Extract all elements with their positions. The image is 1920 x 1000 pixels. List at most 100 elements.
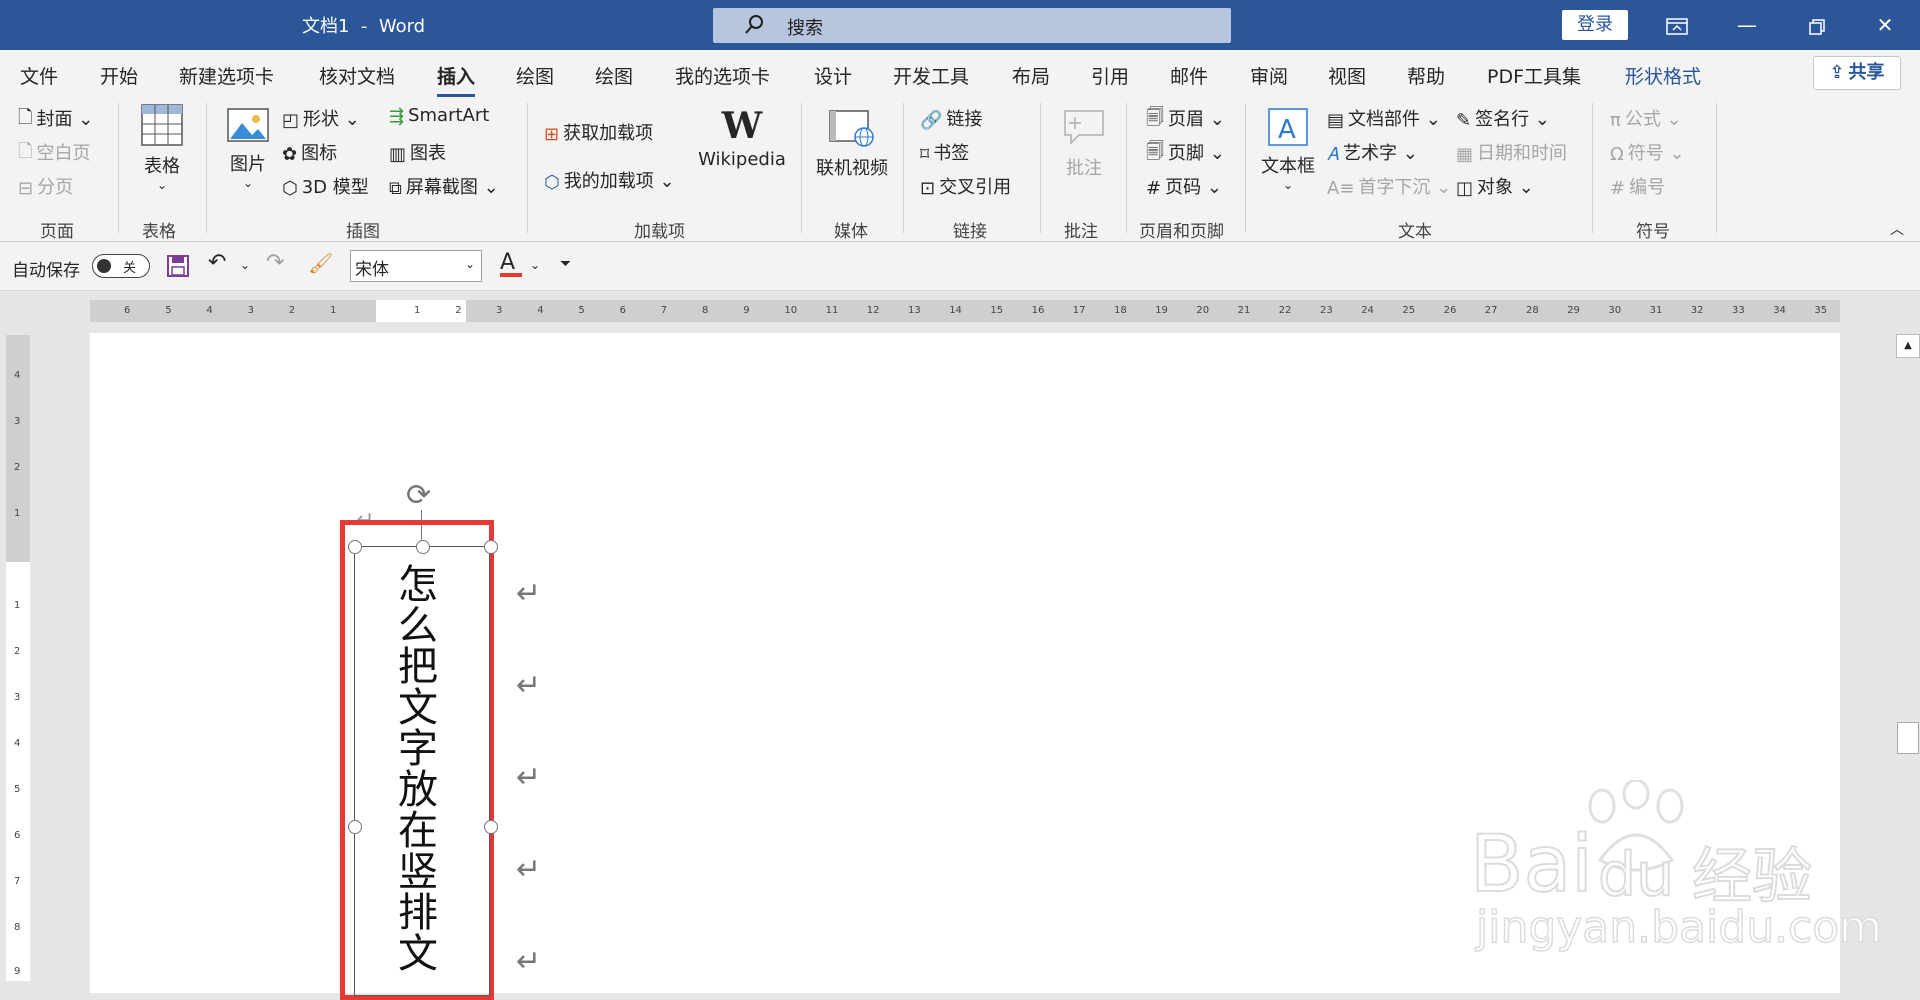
shapes-button[interactable]: ◰ 形状 ⌄ (282, 105, 360, 131)
wikipedia-button[interactable]: W Wikipedia (696, 105, 788, 170)
icons-button[interactable]: ✿ 图标 (282, 139, 337, 165)
customize-toolbar-icon[interactable]: ⏷ (560, 256, 571, 272)
footer-label: 页脚 (1167, 143, 1204, 164)
minimize-icon[interactable]: — (1712, 0, 1782, 50)
ruler-number: 22 (1278, 305, 1292, 316)
ruler-number: 2 (288, 305, 296, 316)
ruler-number: 28 (1526, 305, 1539, 316)
font-name-select[interactable]: 宋体 ⌄ (350, 250, 482, 282)
quick-parts-button[interactable]: ▤ 文档部件 ⌄ (1327, 105, 1441, 131)
toggle-state: 关 (123, 261, 137, 276)
tab-insert[interactable]: 插入 (437, 62, 476, 97)
autosave-toggle[interactable]: 关 (92, 254, 150, 278)
tab-mailings[interactable]: 邮件 (1170, 62, 1208, 89)
restore-icon[interactable] (1782, 0, 1852, 50)
pictures-button[interactable]: 图片 ⌄ (222, 107, 274, 190)
cross-reference-button[interactable]: ⊡ 交叉引用 (920, 173, 1011, 199)
date-time-button[interactable]: ▦ 日期和时间 (1456, 139, 1567, 165)
paragraph-mark-icon: ↵ (516, 760, 542, 795)
video-icon (829, 110, 874, 147)
tab-help[interactable]: 帮助 (1407, 62, 1445, 89)
tab-design[interactable]: 设计 (814, 62, 852, 89)
ruler-number: 32 (1690, 305, 1704, 316)
online-video-button[interactable]: 联机视频 (812, 109, 892, 180)
ruler-number: 18 (1114, 305, 1127, 316)
tab-new[interactable]: 新建选项卡 (179, 62, 274, 89)
save-icon[interactable] (166, 254, 190, 282)
tab-home[interactable]: 开始 (100, 62, 138, 89)
tab-my-tab[interactable]: 我的选项卡 (675, 62, 770, 89)
smartart-button[interactable]: ⇶ SmartArt (389, 105, 489, 127)
font-color-button[interactable]: A (500, 250, 522, 277)
wikipedia-label: Wikipedia (698, 149, 786, 170)
page-number-button[interactable]: # 页码 ⌄ (1146, 173, 1222, 199)
text-box-icon: A (1268, 108, 1308, 146)
login-button[interactable]: 登录 (1562, 10, 1628, 40)
tab-review[interactable]: 审阅 (1250, 62, 1288, 89)
smartart-icon: ⇶ (389, 105, 405, 127)
undo-icon[interactable]: ↶ (208, 250, 226, 275)
search-box[interactable]: 搜索 (713, 8, 1231, 43)
get-addins-button[interactable]: ⊞ 获取加载项 (544, 119, 653, 145)
tab-proofread[interactable]: 核对文档 (319, 62, 395, 89)
ruler-number: 24 (1361, 305, 1374, 316)
tab-shape-format[interactable]: 形状格式 (1625, 62, 1701, 89)
drop-cap-button[interactable]: A≡ 首字下沉 ⌄ (1327, 173, 1451, 199)
table-button[interactable]: 表格 ⌄ (134, 103, 190, 192)
watermark-url: jingyan.baidu.com (1475, 901, 1883, 954)
screenshot-button[interactable]: ⧉ 屏幕截图 ⌄ (389, 173, 499, 199)
chart-button[interactable]: ▥ 图表 (389, 139, 446, 165)
cover-page-button[interactable]: 🗋 封面 ⌄ (18, 105, 93, 135)
number-button[interactable]: # 编号 (1610, 173, 1665, 199)
undo-dropdown-icon[interactable]: ⌄ (240, 258, 250, 272)
link-button[interactable]: 🔗 链接 (920, 105, 982, 131)
equation-label: 公式 (1624, 109, 1661, 130)
page-break-button[interactable]: ⊟ 分页 (18, 173, 73, 199)
footer-button[interactable]: 🗐 页脚 ⌄ (1146, 139, 1225, 169)
equation-button[interactable]: π 公式 ⌄ (1610, 105, 1682, 131)
tab-layout[interactable]: 布局 (1012, 62, 1050, 89)
resize-handle-top-right[interactable] (484, 540, 498, 554)
tab-developer[interactable]: 开发工具 (893, 62, 969, 89)
search-placeholder: 搜索 (787, 18, 823, 39)
omega-icon: Ω (1610, 143, 1624, 165)
tab-file[interactable]: 文件 (20, 62, 58, 89)
header-button[interactable]: 🗐 页眉 ⌄ (1146, 105, 1225, 135)
tab-draw-2[interactable]: 绘图 (595, 62, 633, 89)
paragraph-mark-icon: ↵ (516, 668, 542, 703)
resize-handle-right[interactable] (484, 820, 498, 834)
blank-page-button[interactable]: 🗋 空白页 (18, 139, 90, 169)
ribbon-display-icon[interactable] (1642, 0, 1712, 50)
symbol-button[interactable]: Ω 符号 ⌄ (1610, 139, 1685, 165)
close-icon[interactable]: ✕ (1850, 0, 1920, 50)
header-label: 页眉 (1167, 109, 1204, 130)
bookmark-button[interactable]: ⌑ 书签 (920, 139, 969, 165)
scrollbar-thumb[interactable] (1897, 722, 1919, 754)
tab-references[interactable]: 引用 (1091, 62, 1129, 89)
ruler-number: 26 (1443, 305, 1457, 316)
scroll-up-icon[interactable]: ▲ (1896, 334, 1920, 358)
wordart-button[interactable]: 𝐴 艺术字 ⌄ (1327, 139, 1418, 165)
collapse-ribbon-icon[interactable]: ︿ (1890, 219, 1904, 239)
share-button[interactable]: ⇪ 共享 (1813, 56, 1901, 90)
format-painter-icon[interactable]: 🖌 (308, 251, 333, 275)
resize-handle-top-left[interactable] (348, 540, 362, 554)
tab-pdf-tools[interactable]: PDF工具集 (1487, 62, 1581, 89)
my-addins-button[interactable]: ⬡ 我的加载项 ⌄ (544, 167, 675, 193)
signature-line-button[interactable]: ✎ 签名行 ⌄ (1456, 105, 1550, 131)
text-box-button[interactable]: A 文本框 ⌄ (1258, 107, 1318, 192)
rotate-handle-icon[interactable]: ⟳ (406, 478, 431, 513)
font-color-dropdown-icon[interactable]: ⌄ (530, 258, 540, 272)
tab-view[interactable]: 视图 (1328, 62, 1366, 89)
quick-parts-label: 文档部件 (1348, 109, 1421, 130)
divider (118, 103, 119, 233)
comment-button[interactable]: 批注 (1054, 105, 1114, 180)
redo-icon[interactable]: ↷ (266, 250, 284, 275)
ruler-number: 3 (247, 305, 254, 316)
object-button[interactable]: ◫ 对象 ⌄ (1456, 173, 1534, 199)
wikipedia-icon: W (721, 105, 763, 147)
resize-handle-left[interactable] (348, 820, 362, 834)
vertical-scrollbar[interactable]: ▲ (1894, 332, 1920, 981)
3d-model-button[interactable]: ⬡ 3D 模型 (282, 173, 369, 199)
tab-draw-1[interactable]: 绘图 (516, 62, 554, 89)
